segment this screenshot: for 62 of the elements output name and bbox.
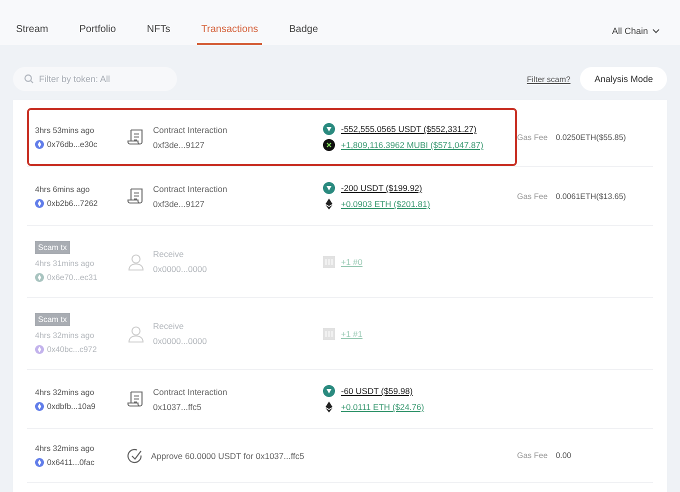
time-text: 4hrs 31mins ago — [35, 259, 96, 268]
address-text: 0x0000...0000 — [153, 264, 207, 274]
scam-tag: Scam tx — [35, 313, 70, 326]
address-text: 0xf3de...9127 — [153, 198, 206, 208]
gas-fee-value: 0.0061ETH($13.65) — [556, 192, 626, 200]
scroll-icon — [127, 390, 145, 408]
address-text: 0x40bc...c972 — [47, 345, 97, 354]
address-text: 0x1037...ffc5 — [153, 402, 203, 412]
coin-icon — [323, 385, 335, 397]
address-text: 0x6e70...ec31 — [47, 273, 98, 282]
action-text: Contract Interaction — [153, 184, 228, 194]
nft-icon — [323, 328, 335, 340]
action-text: Contract Interaction — [153, 124, 228, 134]
coin-icon — [323, 123, 335, 135]
person-icon — [127, 252, 145, 270]
filter-field[interactable]: Filter by token: All — [13, 67, 177, 91]
analysis-mode-button[interactable]: Analysis Mode — [580, 67, 667, 91]
action-text: Approve 60.0000 USDT for 0x1037...ffc5 — [151, 450, 304, 460]
diamond-icon — [323, 401, 335, 413]
address-text: 0x6411...0fac — [47, 458, 94, 467]
tab[interactable]: Badge — [285, 24, 322, 45]
tab[interactable]: Transactions — [197, 24, 262, 45]
gas-fee-value: 0.00 — [556, 451, 572, 460]
coin-icon — [323, 139, 335, 151]
chain-dropdown[interactable]: All Chain — [608, 26, 664, 45]
time-text: 4hrs 32mins ago — [35, 331, 96, 340]
address-text: 0xf3de...9127 — [153, 140, 206, 150]
scam-tag: Scam tx — [35, 241, 70, 254]
scroll-icon — [127, 128, 145, 146]
gas-fee-label: Gas Fee — [517, 192, 548, 200]
tab[interactable]: NFTs — [142, 24, 174, 45]
address-text: 0xb2b6...7262 — [47, 198, 98, 208]
gas-fee-label: Gas Fee — [517, 132, 548, 142]
time-text: 4hrs 32mins ago — [35, 444, 96, 453]
scroll-icon — [127, 187, 145, 205]
action-text: Receive — [153, 249, 185, 259]
action-text: Receive — [153, 321, 185, 331]
amount-link[interactable]: +0.0111 ETH ($24.76) — [341, 402, 424, 412]
action-text: Contract Interaction — [153, 386, 228, 396]
amount-link[interactable]: -200 USDT ($199.92) — [341, 183, 422, 193]
time-text: 4hrs 6mins ago — [35, 184, 91, 194]
gas-fee-value: 0.0250ETH($55.85) — [556, 132, 626, 142]
person-icon — [127, 324, 145, 342]
address-text: 0xdbfb...10a9 — [47, 402, 96, 410]
chevron-icon — [652, 28, 660, 34]
address-text: 0x76db...e30c — [47, 140, 98, 148]
amount-link[interactable]: +1,809,116.3962 MUBI ($571,047.87) — [341, 140, 484, 150]
amount-link[interactable]: +0.0903 ETH ($201.81) — [341, 199, 430, 209]
coin-icon — [323, 182, 335, 194]
amount-link[interactable]: -60 USDT ($59.98) — [341, 386, 413, 396]
gas-fee-label: Gas Fee — [517, 451, 548, 460]
amount-link[interactable]: -552,555.0565 USDT ($552,331.27) — [341, 124, 476, 134]
diamond-icon — [323, 198, 335, 210]
check-icon — [127, 448, 143, 464]
filter-scam-link[interactable]: Filter scam? — [526, 74, 570, 84]
nft-icon — [323, 256, 335, 268]
time-text: 4hrs 32mins ago — [35, 388, 96, 396]
address-text: 0x0000...0000 — [153, 336, 207, 346]
tab[interactable]: Stream — [12, 24, 52, 45]
time-text: 3hrs 53mins ago — [35, 126, 96, 134]
search-icon — [24, 74, 34, 84]
tab[interactable]: Portfolio — [75, 24, 120, 45]
